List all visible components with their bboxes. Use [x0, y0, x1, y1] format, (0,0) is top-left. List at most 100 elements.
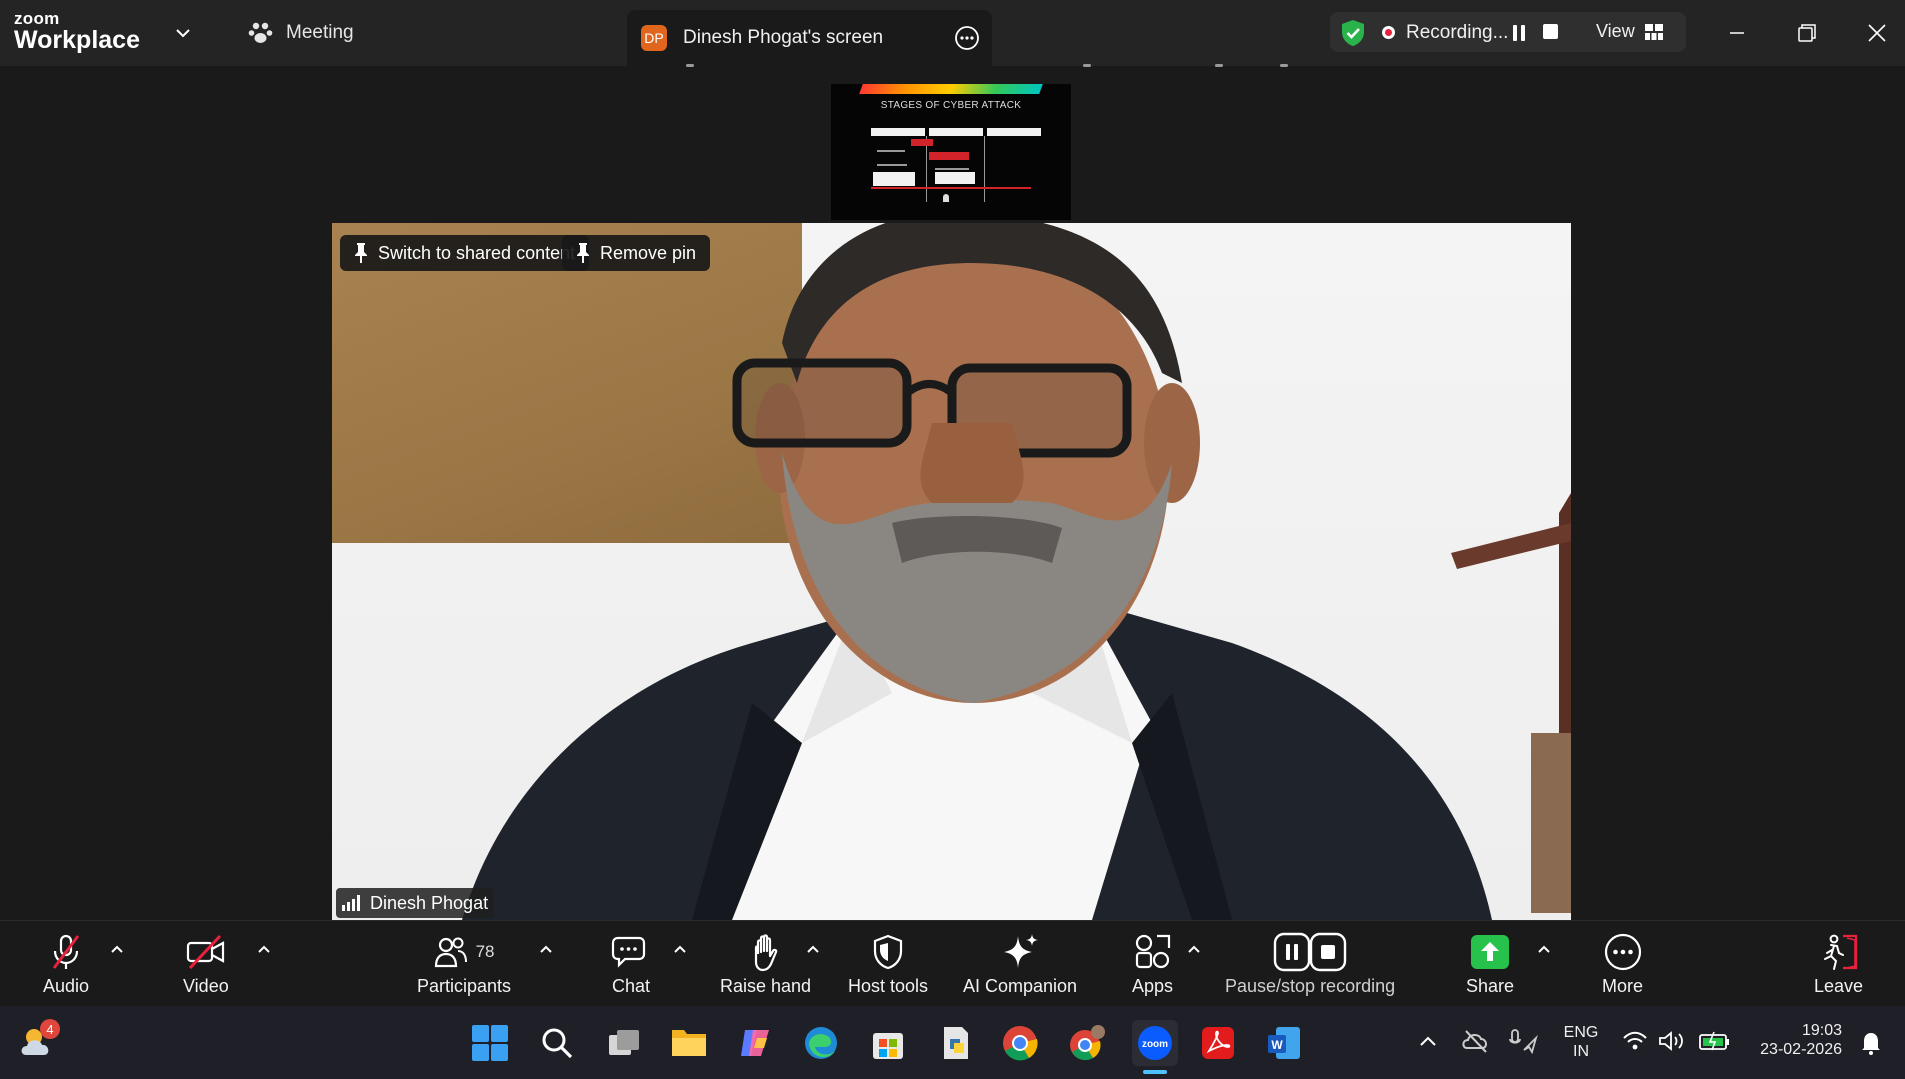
edge-browser-icon[interactable]	[801, 1023, 841, 1063]
more-dots-icon	[1604, 933, 1641, 971]
microphone-location-icon[interactable]	[1508, 1028, 1538, 1054]
slide-banner	[859, 84, 1043, 94]
slide-column-header	[929, 128, 983, 136]
chrome-profile-icon[interactable]	[1067, 1023, 1107, 1063]
title-bar: zoom Workplace Meeting DP Dinesh Phogat'…	[0, 0, 1905, 66]
video-button[interactable]: Video	[183, 930, 229, 997]
copilot-logo-icon	[741, 1030, 769, 1056]
file-explorer-icon[interactable]	[669, 1023, 709, 1063]
clock[interactable]: 19:03 23-02-2026	[1746, 1021, 1842, 1059]
acrobat-icon[interactable]	[1198, 1023, 1238, 1063]
chrome-logo-icon	[1003, 1026, 1038, 1061]
signal-strength-icon	[342, 895, 360, 911]
chrome-browser-icon[interactable]	[1000, 1023, 1040, 1063]
shared-screen-thumbnail[interactable]: STAGES OF CYBER ATTACK	[831, 84, 1071, 220]
slide-person-icon	[943, 194, 949, 202]
region-code: IN	[1573, 1043, 1589, 1061]
recording-dot-icon	[1382, 26, 1395, 39]
raise-hand-icon	[754, 934, 777, 972]
presenter-avatar: DP	[641, 25, 667, 51]
share-options-caret-icon[interactable]	[1537, 944, 1551, 954]
leave-button[interactable]: Leave	[1814, 930, 1863, 997]
wifi-icon[interactable]	[1622, 1030, 1648, 1052]
participants-count: 78	[475, 942, 495, 961]
clock-time: 19:03	[1801, 1022, 1842, 1039]
view-label: View	[1596, 21, 1635, 41]
participants-options-caret-icon[interactable]	[539, 944, 553, 954]
people-paw-icon	[248, 22, 273, 43]
apps-icon	[1135, 934, 1170, 969]
more-button[interactable]: More	[1602, 930, 1643, 997]
word-running-indicator	[1280, 64, 1288, 67]
audio-label: Audio	[43, 976, 90, 996]
recording-status-text: Recording...	[1406, 22, 1509, 43]
grid-view-icon	[1644, 23, 1663, 40]
stop-recording-icon[interactable]	[1543, 24, 1558, 39]
video-options-caret-icon[interactable]	[257, 944, 271, 954]
security-shield-icon[interactable]	[1340, 19, 1366, 47]
host-tools-button[interactable]: Host tools	[848, 930, 928, 997]
notifications-bell-icon[interactable]	[1858, 1030, 1884, 1056]
svg-text:zoom: zoom	[1142, 1039, 1168, 1050]
zoom-app-icon[interactable]: zoom	[1132, 1020, 1178, 1066]
tab-shared-screen[interactable]: DP Dinesh Phogat's screen	[627, 10, 992, 66]
windows-logo-icon	[472, 1025, 508, 1061]
audio-options-caret-icon[interactable]	[110, 944, 124, 954]
apps-button[interactable]: Apps	[1132, 930, 1173, 997]
microsoft-store-icon[interactable]	[868, 1023, 908, 1063]
logo-workplace-text: Workplace	[14, 26, 140, 54]
raise-hand-options-caret-icon[interactable]	[806, 944, 820, 954]
view-button[interactable]: View	[1596, 21, 1663, 42]
ai-companion-button[interactable]: AI Companion	[963, 930, 1077, 997]
switch-to-shared-content-label: Switch to shared content	[378, 242, 576, 263]
pause-stop-recording-label: Pause/stop recording	[1225, 976, 1396, 996]
pause-stop-recording-button[interactable]: Pause/stop recording	[1225, 930, 1395, 997]
weather-badge: 4	[40, 1019, 60, 1039]
word-icon[interactable]: W	[1264, 1023, 1304, 1063]
pin-icon	[577, 243, 589, 263]
python-file-icon	[944, 1027, 968, 1059]
python-document-icon[interactable]	[936, 1023, 976, 1063]
slide-divider	[984, 136, 985, 202]
chat-button[interactable]: Chat	[611, 930, 651, 997]
remove-pin-label: Remove pin	[600, 242, 697, 263]
ai-companion-label: AI Companion	[963, 976, 1078, 996]
host-tools-label: Host tools	[848, 976, 929, 996]
more-options-icon[interactable]	[954, 25, 980, 51]
edge-logo-icon	[805, 1027, 837, 1059]
pause-recording-icon[interactable]	[1512, 25, 1526, 41]
share-button[interactable]: Share	[1466, 930, 1514, 997]
adobe-acrobat-icon	[1202, 1027, 1234, 1059]
meeting-menu-button[interactable]: Meeting	[248, 18, 354, 48]
more-label: More	[1602, 976, 1644, 996]
windows-start-icon[interactable]	[470, 1023, 510, 1063]
apps-options-caret-icon[interactable]	[1187, 944, 1201, 954]
task-view-icon[interactable]	[604, 1023, 644, 1063]
slide-text-line	[877, 150, 905, 152]
slide-column-header	[987, 128, 1041, 136]
participants-button[interactable]: 78 Participants	[417, 930, 511, 997]
logo-zoom-text: zoom	[14, 9, 60, 28]
show-hidden-icons-chevron-icon[interactable]	[1418, 1034, 1438, 1048]
slide-red-box	[911, 139, 933, 146]
battery-charging-icon[interactable]	[1698, 1030, 1730, 1052]
input-language-indicator[interactable]: ENG IN	[1563, 1023, 1599, 1061]
copilot-icon[interactable]	[735, 1023, 775, 1063]
raise-hand-button[interactable]: Raise hand	[720, 930, 811, 997]
taskbar-search-icon[interactable]	[537, 1023, 577, 1063]
participant-video[interactable]: Switch to shared content Remove pin Dine…	[332, 223, 1571, 920]
volume-icon[interactable]	[1658, 1030, 1686, 1052]
camera-off-icon	[186, 934, 224, 970]
share-label: Share	[1466, 976, 1515, 996]
close-window-icon[interactable]	[1862, 18, 1892, 48]
audio-button[interactable]: Audio	[43, 930, 89, 997]
onedrive-offline-icon[interactable]	[1462, 1028, 1490, 1054]
slide-text-line	[877, 164, 907, 166]
chat-label: Chat	[611, 976, 651, 996]
chat-options-caret-icon[interactable]	[673, 944, 687, 954]
switch-to-shared-content-button[interactable]: Switch to shared content	[340, 235, 590, 271]
chevron-down-icon[interactable]	[172, 22, 194, 44]
minimize-window-icon[interactable]	[1722, 18, 1752, 48]
remove-pin-button[interactable]: Remove pin	[562, 235, 711, 271]
restore-window-icon[interactable]	[1792, 18, 1822, 48]
